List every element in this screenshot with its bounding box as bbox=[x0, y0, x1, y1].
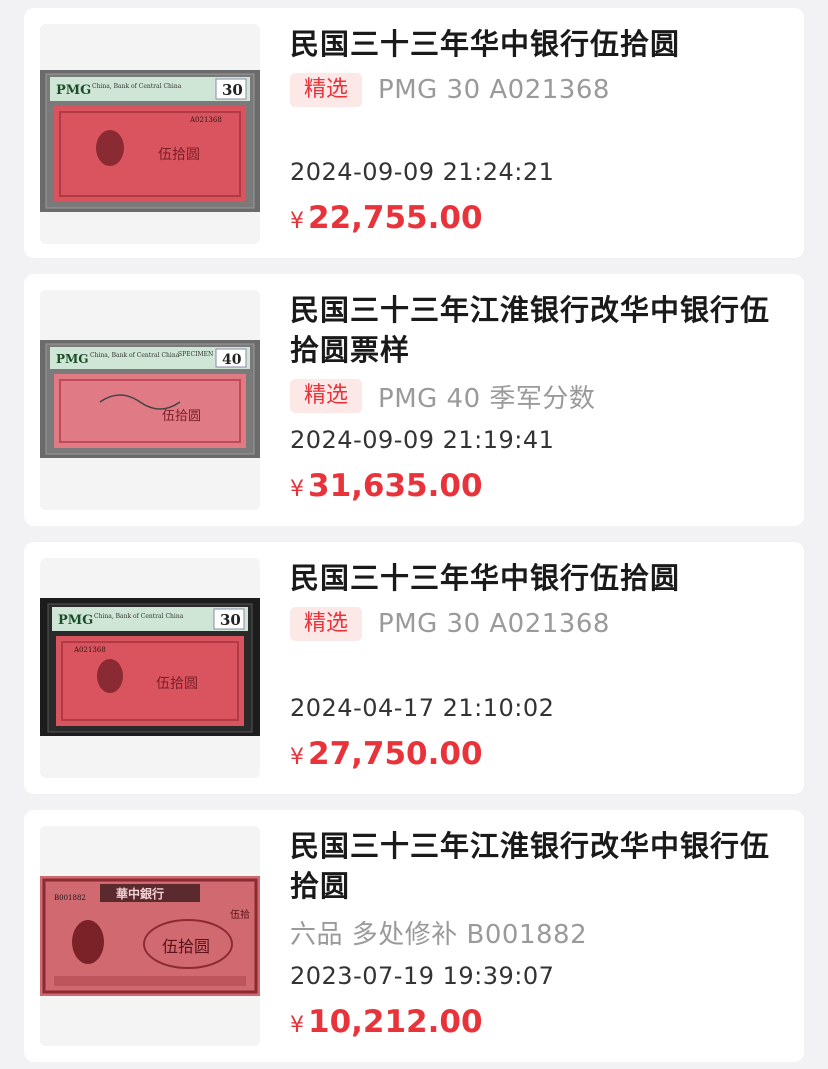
serial-text: B001882 bbox=[54, 894, 86, 902]
currency-symbol: ¥ bbox=[290, 209, 304, 234]
specimen-label: SPECIMEN bbox=[178, 351, 213, 358]
listing-subtitle: PMG 40 季军分数 bbox=[378, 383, 596, 414]
listing-image[interactable]: 華中銀行 B001882 伍拾圆 伍拾 bbox=[40, 826, 260, 1046]
grade-number: 30 bbox=[222, 81, 243, 99]
sale-date: 2024-09-09 21:19:41 bbox=[290, 426, 555, 454]
serial-text: A021368 bbox=[189, 116, 222, 124]
note-denomination-text: 伍拾圆 bbox=[162, 937, 210, 956]
listing-card[interactable]: PMG China, Bank of Central China SPECIME… bbox=[24, 274, 804, 526]
price: ¥10,212.00 bbox=[290, 1004, 483, 1040]
sale-date: 2024-04-17 21:10:02 bbox=[290, 694, 555, 722]
currency-symbol: ¥ bbox=[290, 477, 304, 502]
listing-subtitle: 六品 多处修补 B001882 bbox=[290, 919, 588, 950]
pmg-logo: PMG bbox=[56, 83, 91, 98]
listing-subtitle: PMG 30 A021368 bbox=[378, 609, 610, 639]
price: ¥27,750.00 bbox=[290, 736, 483, 772]
listing-title: 民国三十三年华中银行伍拾圆 bbox=[290, 561, 681, 595]
listing-card[interactable]: PMG China, Bank of Central China 30 伍拾圆 … bbox=[24, 8, 804, 258]
featured-badge: 精选 bbox=[290, 73, 363, 107]
listing-image[interactable]: PMG China, Bank of Central China SPECIME… bbox=[40, 290, 260, 510]
price-amount: 27,750.00 bbox=[308, 736, 483, 772]
slab-label-text: China, Bank of Central China bbox=[94, 613, 184, 620]
featured-badge: 精选 bbox=[290, 379, 363, 413]
sale-date: 2024-09-09 21:24:21 bbox=[290, 158, 555, 186]
listing-title: 民国三十三年华中银行伍拾圆 bbox=[290, 27, 681, 61]
listing-card[interactable]: 華中銀行 B001882 伍拾圆 伍拾 民国三十三年江淮银行改华中银行伍拾圆 六… bbox=[24, 810, 804, 1062]
listing-subtitle: PMG 30 A021368 bbox=[378, 75, 610, 105]
serial-text: A021368 bbox=[73, 646, 106, 654]
currency-symbol: ¥ bbox=[290, 745, 304, 770]
corner-denomination-text: 伍拾 bbox=[230, 908, 250, 921]
auction-result-list: PMG China, Bank of Central China 30 伍拾圆 … bbox=[0, 0, 828, 1069]
currency-symbol: ¥ bbox=[290, 1013, 304, 1038]
price: ¥22,755.00 bbox=[290, 200, 483, 236]
bank-name-text: 華中銀行 bbox=[116, 886, 164, 901]
slab-label-text: China, Bank of Central China bbox=[92, 83, 182, 90]
price-amount: 22,755.00 bbox=[308, 200, 483, 236]
grade-number: 40 bbox=[222, 352, 242, 368]
price-amount: 10,212.00 bbox=[308, 1004, 483, 1040]
featured-badge: 精选 bbox=[290, 607, 363, 641]
sale-date: 2023-07-19 19:39:07 bbox=[290, 962, 555, 990]
listing-title: 民国三十三年江淮银行改华中银行伍拾圆票样 bbox=[290, 293, 771, 367]
note-denomination-text: 伍拾圆 bbox=[156, 676, 198, 692]
listing-image[interactable]: PMG China, Bank of Central China 30 伍拾圆 … bbox=[40, 558, 260, 778]
grade-number: 30 bbox=[220, 611, 241, 629]
note-denomination-text: 伍拾圆 bbox=[162, 409, 201, 424]
listing-image[interactable]: PMG China, Bank of Central China 30 伍拾圆 … bbox=[40, 24, 260, 244]
listing-card[interactable]: PMG China, Bank of Central China 30 伍拾圆 … bbox=[24, 542, 804, 794]
price-amount: 31,635.00 bbox=[308, 468, 483, 504]
price: ¥31,635.00 bbox=[290, 468, 483, 504]
pmg-logo: PMG bbox=[58, 613, 93, 628]
listing-title: 民国三十三年江淮银行改华中银行伍拾圆 bbox=[290, 829, 771, 903]
slab-label-text: China, Bank of Central China bbox=[90, 352, 180, 359]
note-denomination-text: 伍拾圆 bbox=[158, 147, 200, 163]
pmg-logo: PMG bbox=[56, 352, 89, 366]
